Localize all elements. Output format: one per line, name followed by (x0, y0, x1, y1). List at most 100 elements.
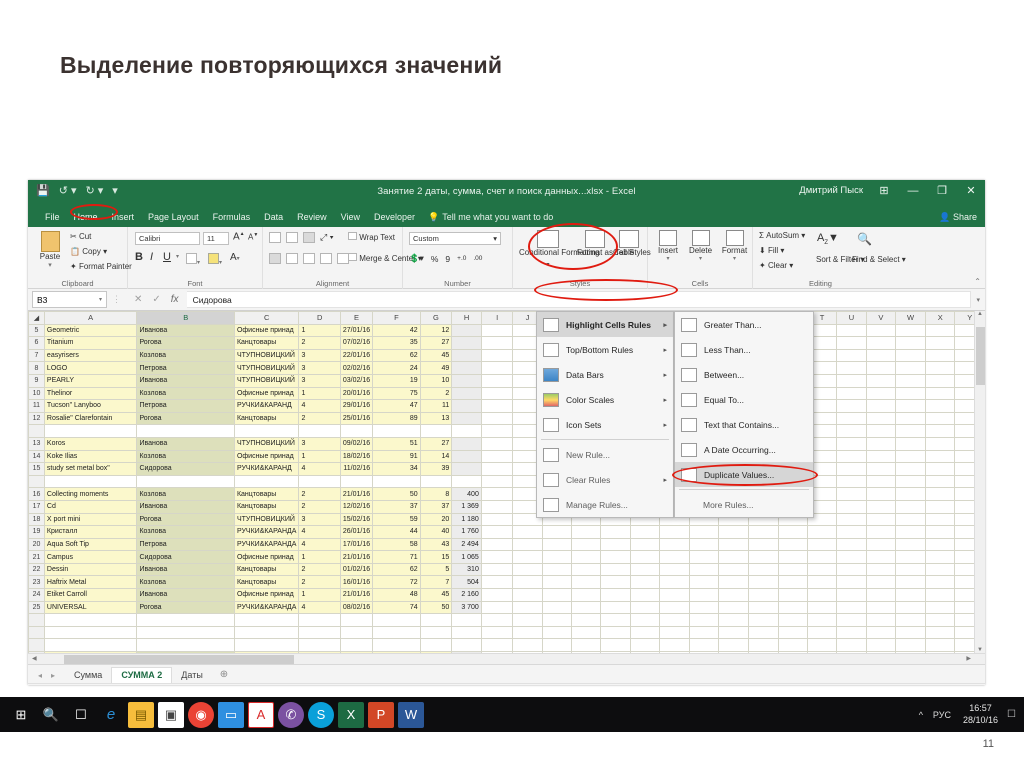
cell-U[interactable] (836, 525, 867, 539)
cell-D[interactable]: 3 (298, 348, 341, 363)
insert-cells-button[interactable]: Insert ▾ (653, 230, 683, 262)
cell-M[interactable] (600, 588, 631, 602)
cell-V[interactable] (865, 638, 897, 653)
cell-H[interactable]: 1 369 (451, 499, 482, 514)
cell-U[interactable] (836, 487, 867, 501)
start-button[interactable]: ⊞ (8, 702, 34, 728)
cell-G[interactable]: 45 (419, 588, 453, 602)
cell-H[interactable] (451, 436, 482, 451)
decrease-font-size-button[interactable]: A▼ (248, 232, 258, 242)
row-header[interactable]: 9 (28, 373, 45, 388)
cell-X[interactable] (925, 550, 956, 564)
cell-C[interactable]: Офисные принад (233, 550, 300, 564)
cell-A[interactable] (43, 625, 138, 640)
cell-B[interactable]: Козлова (136, 348, 235, 363)
cell-E[interactable]: 15/02/16 (339, 512, 374, 527)
expand-formula-bar-icon[interactable]: ▾ (971, 296, 985, 304)
cell-N[interactable] (629, 562, 661, 577)
cell-L[interactable] (570, 600, 602, 615)
cell-A[interactable]: LOGO (43, 361, 138, 375)
worksheet-grid[interactable]: ◢ A B C D E F G H I J K L M N O P (28, 311, 985, 653)
row-header[interactable] (28, 474, 45, 489)
table-row[interactable]: 9 PEARLY Иванова ЧТУПНОВИЦКИЙ 3 03/02/16 19 10 (28, 373, 985, 388)
cell-I[interactable] (480, 411, 514, 426)
scroll-left-arrow[interactable]: ◀ (32, 655, 37, 662)
cell-S[interactable] (777, 550, 808, 564)
cell-W[interactable] (895, 600, 927, 615)
table-row[interactable]: 22 Dessin Иванова Канцтовары 2 01/02/16 62 5 310 (28, 562, 985, 577)
cell-G[interactable] (419, 625, 453, 640)
cell-A[interactable]: Thelinor (43, 386, 138, 401)
number-format-select[interactable]: Custom ▾ (409, 232, 501, 245)
cut-button[interactable]: ✂ Cut (70, 232, 91, 241)
cell-A[interactable]: Кристалл (43, 525, 138, 539)
cell-T[interactable] (806, 638, 838, 653)
cell-F[interactable]: 71 (372, 550, 421, 564)
cell-E[interactable]: 02/02/16 (339, 361, 374, 375)
cell-G[interactable]: 12 (419, 323, 453, 338)
column-header-B[interactable]: B (136, 311, 235, 325)
cell-I[interactable] (480, 373, 514, 388)
cell-F[interactable]: 75 (372, 386, 421, 401)
word-icon[interactable]: W (398, 701, 424, 728)
acrobat-icon[interactable]: A (248, 701, 274, 728)
table-row[interactable]: 15 study set metal box" Сидорова РУЧКИ&КАРА… (28, 462, 985, 476)
cell-P[interactable] (688, 600, 720, 615)
font-size-input[interactable]: 11 (203, 232, 229, 245)
cell-E[interactable]: 21/01/16 (339, 487, 374, 501)
row-header[interactable]: 7 (28, 348, 45, 363)
table-row[interactable]: 24 Etiket Carroll Иванова Офисные принад 1 21… (28, 588, 985, 602)
cell-G[interactable]: 14 (419, 449, 453, 464)
previous-sheet-button[interactable]: ◂ (38, 671, 42, 680)
paste-dropdown-icon[interactable]: ▾ (35, 261, 65, 269)
increase-font-size-button[interactable]: A▲ (233, 231, 245, 242)
cell-B[interactable]: Петрова (136, 537, 235, 552)
cell-F[interactable]: 74 (372, 600, 421, 615)
cell-R[interactable] (748, 625, 779, 640)
cell-E[interactable]: 03/02/16 (339, 373, 374, 388)
cell-G[interactable]: 5 (419, 562, 453, 577)
cell-H[interactable]: 1 065 (451, 550, 482, 564)
cell-U[interactable] (836, 600, 867, 615)
table-row[interactable]: 16 Collecting moments Козлова Канцтовары 2 21… (28, 487, 985, 501)
cell-E[interactable]: 01/02/16 (339, 562, 374, 577)
cell-E[interactable]: 11/02/16 (339, 462, 374, 476)
table-row[interactable]: 6 Titanium Рогова Канцтовары 2 07/02/16 35 27 (28, 336, 985, 350)
column-header-A[interactable]: A (43, 311, 138, 325)
cell-I[interactable] (480, 625, 514, 640)
cell-R[interactable] (748, 537, 779, 552)
cell-T[interactable] (806, 537, 838, 552)
cell-W[interactable] (895, 613, 927, 627)
row-header[interactable] (28, 638, 45, 653)
cell-C[interactable]: РУЧКИ&КАРАНДА (233, 537, 300, 552)
cell-H[interactable] (451, 449, 482, 464)
horizontal-scroll-thumb[interactable] (64, 655, 294, 664)
submenu-item-text-that-contains[interactable]: Text that Contains... (675, 412, 813, 437)
increase-decimal-button[interactable]: +.0 (457, 255, 466, 262)
cell-N[interactable] (629, 575, 661, 590)
cell-G[interactable]: 11 (419, 399, 453, 413)
cell-W[interactable] (895, 399, 927, 413)
cell-L[interactable] (570, 588, 602, 602)
cell-P[interactable] (688, 625, 720, 640)
cell-B[interactable]: Иванова (136, 588, 235, 602)
cell-N[interactable] (629, 600, 661, 615)
cell-I[interactable] (480, 613, 514, 627)
cell-U[interactable] (836, 323, 867, 338)
cell-X[interactable] (925, 600, 956, 615)
cell-X[interactable] (925, 625, 956, 640)
cell-N[interactable] (629, 588, 661, 602)
cell-E[interactable]: 25/01/16 (339, 411, 374, 426)
borders-button[interactable]: ▾ (186, 253, 200, 266)
cell-V[interactable] (865, 537, 897, 552)
cell-H[interactable]: 2 160 (451, 588, 482, 602)
cell-D[interactable]: 2 (298, 562, 341, 577)
find-select-button[interactable]: Find & Select ▾ (852, 255, 906, 264)
cell-K[interactable] (541, 537, 572, 552)
close-button[interactable]: ✕ (963, 184, 979, 197)
cell-T[interactable] (806, 613, 838, 627)
restore-button[interactable]: ❐ (934, 184, 950, 197)
cell-V[interactable] (865, 525, 897, 539)
menu-item-color-scales[interactable]: Color Scales ▸ (537, 387, 673, 412)
cell-K[interactable] (541, 613, 572, 627)
